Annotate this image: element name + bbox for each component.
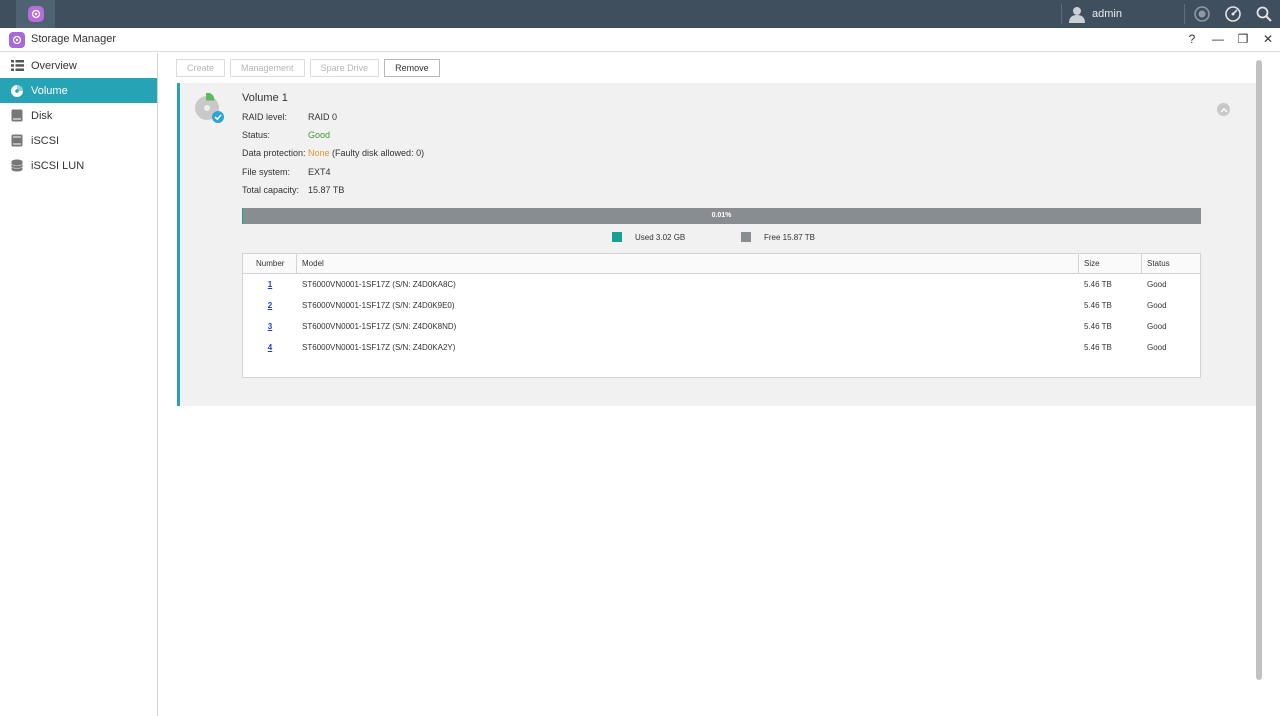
table-row: 1 ST6000VN0001-1SF17Z (S/N: Z4D0KA8C) 5.… [243, 274, 1200, 295]
raid-level-value: RAID 0 [308, 112, 338, 122]
disk-number-link[interactable]: 2 [268, 301, 272, 310]
total-capacity-row: Total capacity: 15.87 TB [242, 185, 344, 195]
usage-percent-label: 0.01% [711, 212, 732, 219]
table-row: 4 ST6000VN0001-1SF17Z (S/N: Z4D0KA2Y) 5.… [243, 337, 1200, 358]
sidebar-item-disk[interactable]: Disk [0, 103, 157, 128]
usage-bar: 0.01% [242, 208, 1201, 224]
user-name[interactable]: admin [1092, 8, 1122, 20]
file-system-row: File system: EXT4 [242, 167, 331, 177]
file-system-label: File system: [242, 167, 291, 177]
volume-title: Volume 1 [242, 92, 288, 104]
raid-level-label: RAID level: [242, 112, 288, 122]
disk-table: Number Model Size Status 1 ST6000VN0001-… [242, 253, 1201, 378]
disk-number-link[interactable]: 3 [268, 322, 272, 331]
status-row: Status: Good [242, 130, 330, 140]
disk-number-link[interactable]: 1 [268, 280, 272, 289]
sidebar-item-volume[interactable]: Volume [0, 78, 157, 103]
disk-size: 5.46 TB [1084, 280, 1112, 289]
disk-icon [10, 109, 24, 123]
app-launcher-button[interactable] [16, 0, 55, 28]
table-row: 2 ST6000VN0001-1SF17Z (S/N: Z4D0K9E0) 5.… [243, 295, 1200, 316]
total-capacity-label: Total capacity: [242, 185, 300, 195]
iscsi-icon [10, 134, 24, 148]
disk-size: 5.46 TB [1084, 322, 1112, 331]
collapse-button[interactable] [1217, 103, 1230, 116]
volume-status-icon [194, 92, 226, 125]
disk-table-header: Number Model Size Status [243, 254, 1200, 274]
notification-icon[interactable] [1193, 5, 1211, 23]
status-value: Good [308, 130, 331, 140]
disk-size: 5.46 TB [1084, 301, 1112, 310]
disk-model: ST6000VN0001-1SF17Z (S/N: Z4D0KA2Y) [302, 343, 456, 352]
overview-icon [10, 59, 24, 73]
remove-button[interactable]: Remove [384, 59, 440, 77]
scrollbar-thumb[interactable] [1256, 60, 1262, 680]
dashboard-icon[interactable] [1224, 5, 1242, 23]
table-row: 3 ST6000VN0001-1SF17Z (S/N: Z4D0K8ND) 5.… [243, 316, 1200, 337]
disk-model: ST6000VN0001-1SF17Z (S/N: Z4D0K9E0) [302, 301, 455, 310]
raid-level-row: RAID level: RAID 0 [242, 112, 337, 122]
volume-icon [10, 84, 24, 98]
disk-model: ST6000VN0001-1SF17Z (S/N: Z4D0K8ND) [302, 322, 457, 331]
data-protection-label: Data protection: [242, 148, 306, 158]
disk-size: 5.46 TB [1084, 343, 1112, 352]
data-protection-note: (Faulty disk allowed: 0) [332, 148, 425, 158]
close-button[interactable]: ✕ [1260, 31, 1276, 47]
header-model[interactable]: Model [297, 254, 1079, 273]
management-button[interactable]: Management [230, 59, 305, 77]
disk-number-link[interactable]: 4 [268, 343, 272, 352]
sidebar: Overview Volume Disk iSCSI iSCSI LUN [0, 53, 158, 716]
sidebar-item-overview[interactable]: Overview [0, 53, 157, 78]
user-icon[interactable] [1068, 5, 1086, 23]
vertical-scrollbar[interactable] [1255, 60, 1263, 680]
taskbar-divider [1061, 4, 1062, 24]
taskbar-divider [1184, 4, 1185, 24]
chevron-up-icon [1220, 107, 1227, 112]
help-button[interactable]: ? [1184, 31, 1200, 47]
header-number[interactable]: Number [243, 254, 297, 273]
sidebar-item-label: Disk [31, 109, 53, 122]
toolbar: Create Management Spare Drive Remove [176, 59, 445, 77]
main-content: Create Management Spare Drive Remove Vol… [159, 53, 1280, 716]
create-button[interactable]: Create [176, 59, 226, 77]
sidebar-item-label: iSCSI [31, 134, 60, 147]
legend-used: Used 3.02 GB [612, 232, 685, 242]
header-size[interactable]: Size [1079, 254, 1142, 273]
volume-panel: Volume 1 RAID level: RAID 0 Status: Good D… [177, 83, 1257, 406]
window-title: Storage Manager [31, 33, 116, 45]
data-protection-value: None [308, 148, 330, 158]
header-status[interactable]: Status [1142, 254, 1200, 273]
free-label: Free 15.87 TB [764, 232, 815, 242]
disk-status: Good [1147, 322, 1167, 331]
used-swatch [612, 232, 622, 242]
total-capacity-value: 15.87 TB [308, 185, 345, 195]
disk-status: Good [1147, 301, 1167, 310]
iscsi-lun-icon [10, 159, 24, 173]
sidebar-item-label: iSCSI LUN [31, 159, 85, 172]
file-system-value: EXT4 [308, 167, 331, 177]
disk-status: Good [1147, 280, 1167, 289]
window-titlebar: Storage Manager ? — ❐ ✕ [0, 28, 1280, 52]
free-swatch [741, 232, 751, 242]
disk-status: Good [1147, 343, 1167, 352]
legend-free: Free 15.87 TB [741, 232, 815, 242]
minimize-button[interactable]: — [1210, 31, 1226, 47]
status-label: Status: [242, 130, 271, 140]
app-launcher-icon [27, 6, 44, 22]
sidebar-item-label: Overview [31, 59, 77, 72]
restore-button[interactable]: ❐ [1235, 31, 1251, 47]
spare-drive-button[interactable]: Spare Drive [309, 59, 380, 77]
search-icon[interactable] [1255, 5, 1273, 23]
sidebar-item-label: Volume [31, 84, 68, 97]
sidebar-item-iscsi[interactable]: iSCSI [0, 128, 157, 153]
disk-model: ST6000VN0001-1SF17Z (S/N: Z4D0KA8C) [302, 280, 456, 289]
storage-manager-app-icon [9, 32, 25, 48]
taskbar: admin [0, 0, 1280, 28]
sidebar-item-iscsi-lun[interactable]: iSCSI LUN [0, 153, 157, 178]
used-label: Used 3.02 GB [635, 232, 686, 242]
data-protection-row: Data protection: None (Faulty disk allowe… [242, 148, 424, 158]
